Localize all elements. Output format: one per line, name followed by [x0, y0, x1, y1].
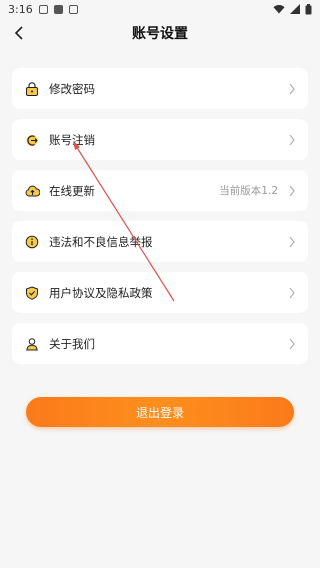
status-bar: 3:16 — [0, 0, 320, 18]
menu-item-label: 用户协议及隐私政策 — [49, 285, 153, 300]
logout-icon — [24, 132, 40, 148]
font-notification-icon — [68, 4, 78, 14]
menu-item-about-us[interactable]: 关于我们 — [12, 323, 308, 364]
info-icon — [24, 234, 40, 250]
menu-item-label: 违法和不良信息举报 — [49, 234, 153, 249]
menu-item-label: 关于我们 — [49, 336, 95, 351]
menu-item-account-deletion[interactable]: 账号注销 — [12, 119, 308, 160]
signal-icon — [290, 4, 300, 14]
back-arrow-icon — [14, 26, 23, 40]
notification-icon — [38, 4, 48, 14]
chevron-right-icon — [289, 185, 295, 196]
menu-item-change-password[interactable]: 修改密码 — [12, 68, 308, 109]
chevron-right-icon — [289, 287, 295, 298]
app-notification-icon — [53, 4, 63, 14]
menu-item-label: 账号注销 — [49, 132, 95, 147]
menu-item-user-agreement[interactable]: 用户协议及隐私政策 — [12, 272, 308, 313]
menu-item-online-update[interactable]: 在线更新 当前版本1.2 — [12, 170, 308, 211]
page-title: 账号设置 — [132, 26, 188, 42]
chevron-right-icon — [289, 236, 295, 247]
chevron-right-icon — [289, 83, 295, 94]
shield-icon — [24, 285, 40, 301]
back-button[interactable] — [8, 21, 30, 45]
lock-icon — [24, 81, 40, 97]
settings-list: 修改密码 账号注销 在线更新 当前版本1.2 违法和不良信息举报 用户协议及隐私… — [12, 68, 308, 374]
wifi-icon — [273, 5, 285, 14]
menu-item-report[interactable]: 违法和不良信息举报 — [12, 221, 308, 262]
cloud-upload-icon — [24, 183, 40, 199]
person-icon — [24, 336, 40, 352]
status-time: 3:16 — [8, 2, 33, 16]
battery-icon — [305, 3, 312, 14]
chevron-right-icon — [289, 134, 295, 145]
logout-button[interactable]: 退出登录 — [26, 397, 294, 427]
menu-item-label: 修改密码 — [49, 81, 95, 96]
version-text: 当前版本1.2 — [219, 185, 278, 197]
top-nav: 账号设置 — [0, 18, 320, 48]
menu-item-label: 在线更新 — [49, 183, 95, 198]
chevron-right-icon — [289, 338, 295, 349]
